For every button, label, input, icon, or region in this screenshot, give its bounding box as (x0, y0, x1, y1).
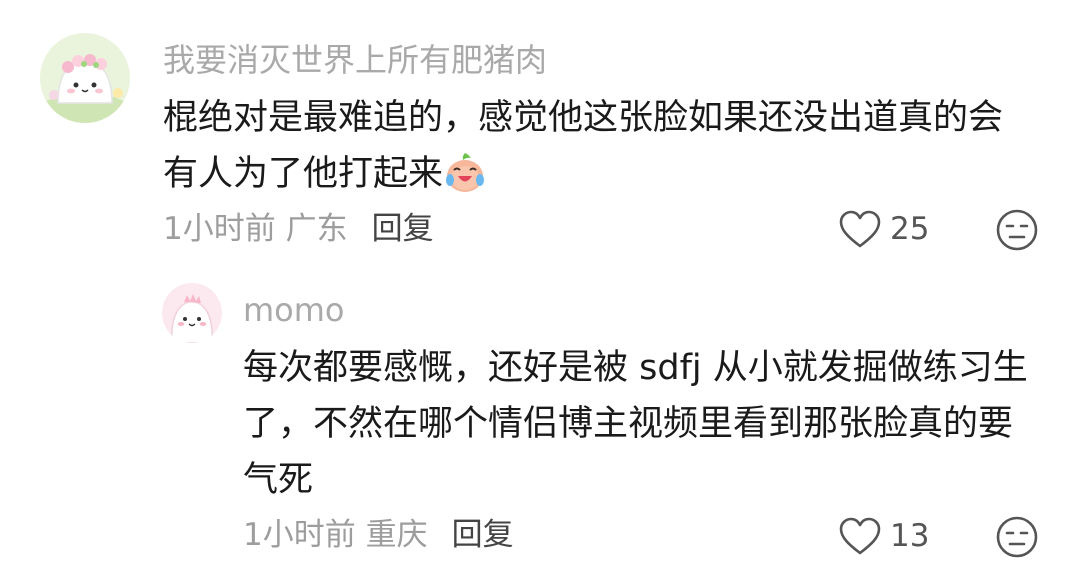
comment-meta: 1小时前 广东 回复 (163, 209, 434, 249)
laughing-crying-emoji-icon (445, 151, 485, 210)
reply-button[interactable]: 回复 (452, 517, 514, 553)
meh-face-icon (996, 209, 1038, 251)
cute-bun-flower-crown-avatar-icon (40, 33, 130, 123)
comment-meta: 1小时前 重庆 回复 (243, 515, 514, 555)
like-button[interactable]: 25 (838, 209, 929, 249)
comment-line: 有人为了他打起来 (163, 146, 1003, 202)
cute-pink-dino-avatar-icon (162, 283, 222, 343)
comment-username[interactable]: 我要消灭世界上所有肥猪肉 (163, 40, 547, 80)
comment-text: 每次都要感慨，还好是被 sdfj 从小就发掘做练习生 了，不然在哪个情侣博主视频… (243, 340, 1028, 508)
avatar[interactable] (40, 33, 130, 123)
comment-line-text: 有人为了他打起来 (163, 154, 444, 194)
dislike-button[interactable] (995, 515, 1039, 563)
comment-line: 气死 (243, 460, 314, 500)
comment-text: 棍绝对是最难追的，感觉他这张脸如果还没出道真的会 有人为了他打起来 (163, 90, 1003, 202)
comment-time-location: 1小时前 广东 (163, 211, 348, 247)
like-button[interactable]: 13 (838, 516, 929, 556)
comment-line: 每次都要感慨，还好是被 sdfj 从小就发掘做练习生 (243, 348, 1028, 388)
heart-outline-icon (839, 517, 881, 555)
like-count: 25 (890, 211, 930, 247)
dislike-button[interactable] (995, 208, 1039, 256)
avatar[interactable] (162, 283, 222, 343)
meh-face-icon (996, 516, 1038, 558)
comment-username[interactable]: momo (243, 290, 345, 330)
comment-time-location: 1小时前 重庆 (243, 517, 428, 553)
heart-outline-icon (839, 210, 881, 248)
like-count: 13 (890, 518, 930, 554)
reply-button[interactable]: 回复 (372, 211, 434, 247)
comment-line: 棍绝对是最难追的，感觉他这张脸如果还没出道真的会 (163, 98, 1004, 138)
comment-line: 了，不然在哪个情侣博主视频里看到那张脸真的要 (243, 404, 1014, 444)
